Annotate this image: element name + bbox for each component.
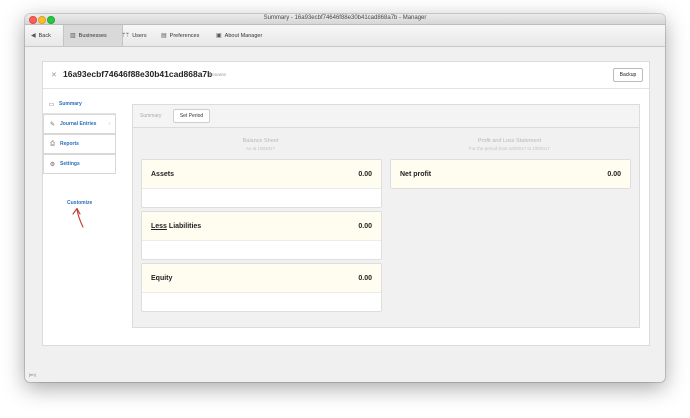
net-profit-card-header: Net profit 0.00 [391,160,630,188]
liabilities-text: Liabilities [166,223,202,230]
window-title: Summary - 16a93ecbf74646f88e30b41cad868a… [263,15,427,21]
balance-sheet-heading: Balance Sheet [242,138,279,144]
tab-summary[interactable]: Summary [140,113,161,119]
liabilities-card[interactable]: Less Liabilities 0.00 [141,211,382,260]
preferences-icon: ▤ [161,33,167,39]
net-profit-card[interactable]: Net profit 0.00 [390,159,631,189]
businesses-tab[interactable]: ▥ Businesses [63,25,123,46]
title-bar: Summary - 16a93ecbf74646f88e30b41cad868a… [25,14,665,25]
users-icon: ᛘᛘ [122,32,130,39]
equity-label: Equity [151,275,173,282]
annotation-arrow-icon [72,207,84,228]
about-tab[interactable]: ▣ About Manager [216,25,262,46]
equity-card-header: Equity 0.00 [142,264,381,293]
monitor-icon: ▭ [48,101,55,108]
balance-sheet-date: As at 1/8/2017 [245,146,276,151]
liabilities-card-header: Less Liabilities 0.00 [142,212,381,241]
sidebar-item-summary[interactable]: ▭ Summary [43,95,116,114]
businesses-label: Businesses [78,32,107,39]
summary-panel: Summary Set Period Balance Sheet As at 1… [132,104,640,328]
assets-card[interactable]: Assets 0.00 [141,159,382,208]
gears-icon: ⚙ [49,161,56,168]
liabilities-label: Less Liabilities [151,223,201,230]
equity-card[interactable]: Equity 0.00 [141,263,382,312]
preferences-tab[interactable]: ▤ Preferences [161,25,199,46]
business-content: ✕ 16a93ecbf74646f88e30b41cad868a7b Renam… [42,61,650,346]
buildings-icon: ▥ [70,33,76,39]
about-icon: ▣ [216,33,222,39]
sidebar-item-label: Summary [59,101,82,107]
rename-link[interactable]: Rename [209,72,226,77]
sidebar-item-reports[interactable]: ⎙ Reports [43,134,116,154]
assets-card-header: Assets 0.00 [142,160,381,189]
set-period-button[interactable]: Set Period [173,109,210,123]
sidebar-item-label: Reports [60,141,79,147]
close-business-icon[interactable]: ✕ [51,71,57,79]
business-header: ✕ 16a93ecbf74646f88e30b41cad868a7b Renam… [43,62,649,89]
sidebar: ▭ Summary ✎ Journal Entries › ⎙ Reports … [43,95,116,174]
printer-icon: ⎙ [50,140,55,147]
net-profit-value: 0.00 [607,171,621,178]
app-window: Summary - 16a93ecbf74646f88e30b41cad868a… [25,14,665,382]
users-tab[interactable]: ᛘᛘ Users [122,25,147,46]
pen-icon: ✎ [49,121,56,128]
business-name: 16a93ecbf74646f88e30b41cad868a7b [63,69,213,79]
back-label: Back [38,32,51,39]
main-toolbar: ◀ Back ▥ Businesses ᛘᛘ Users ▤ Preferenc… [25,25,665,47]
profit-loss-heading: Profit and Loss Statement [477,138,542,144]
sidebar-item-label: Journal Entries [60,121,97,127]
liabilities-value: 0.00 [358,223,372,230]
about-label: About Manager [224,32,263,39]
preferences-label: Preferences [169,32,200,39]
sidebar-item-journal-entries[interactable]: ✎ Journal Entries › [43,114,116,134]
users-label: Users [132,32,147,39]
backup-button[interactable]: Backup [613,68,643,82]
back-button[interactable]: ◀ Back [31,25,57,46]
net-profit-label: Net profit [400,171,432,178]
assets-label: Assets [151,171,174,178]
assets-value: 0.00 [358,171,372,178]
sidebar-item-label: Settings [60,161,80,167]
sidebar-item-settings[interactable]: ⚙ Settings [43,154,116,174]
summary-tabs: Summary Set Period [133,105,639,128]
less-prefix: Less [151,223,167,230]
back-arrow-icon: ◀ [31,33,36,39]
language-tag[interactable]: [en] [29,372,36,377]
customize-link[interactable]: Customize [67,200,92,206]
profit-loss-period: For the period from 1/8/2017 to 1/8/2017 [469,146,550,151]
chevron-right-icon: › [108,121,110,127]
equity-value: 0.00 [358,275,372,282]
